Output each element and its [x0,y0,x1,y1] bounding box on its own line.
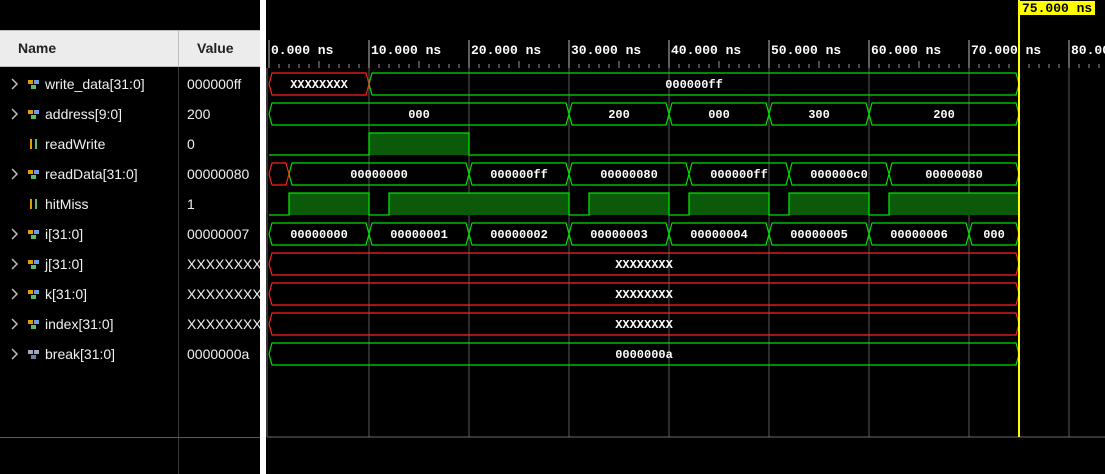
signal-name[interactable]: j[31:0] [45,249,83,279]
ruler-tick-label: 10.000 ns [371,43,441,58]
ruler-tick-label: 70.000 ns [971,43,1041,58]
ruler-tick-label: 30.000 ns [571,43,641,58]
signal-value: 00000080 [187,166,250,182]
bus-value-label: 00000000 [350,168,408,182]
bus-value-label: 000000c0 [810,168,868,182]
bus-value-label: 00000000 [290,228,348,242]
list-bottom-divider [0,437,260,438]
signal-row[interactable]: index[31:0] XXXXXXXX [0,309,260,339]
bus-value-label: 00000002 [490,228,548,242]
signal-value: XXXXXXXX [187,286,260,302]
bus-signal-icon [28,110,39,119]
signal-value: 200 [187,106,211,122]
bus-value-label: 000000ff [490,168,548,182]
bus-signal-icon [28,320,39,329]
bus-value-label: XXXXXXXX [615,318,673,332]
bus-signal-icon [28,170,39,179]
bit-high-fill [369,133,469,155]
ruler-tick-label: 20.000 ns [471,43,541,58]
bus-signal-icon [28,80,39,89]
bus-value-label: XXXXXXXX [615,258,673,272]
signal-value: 0 [187,136,195,152]
bus-value-label: 000000ff [710,168,768,182]
name-column-header[interactable]: Name [18,31,56,66]
bus-value-label: 000 [708,108,730,122]
cursor-time-label: 75.000 ns [1022,1,1092,16]
signal-name[interactable]: index[31:0] [45,309,114,339]
bus-signal-icon [28,230,39,239]
bus-signal-icon [28,290,39,299]
signal-row[interactable]: i[31:0] 00000007 [0,219,260,249]
ruler-tick-label: 60.000 ns [871,43,941,58]
signal-row[interactable]: k[31:0] XXXXXXXX [0,279,260,309]
signal-name[interactable]: hitMiss [45,189,89,219]
expand-chevron-icon[interactable] [10,108,20,120]
bit-signal-icon [30,139,37,149]
bus-value-label: 00000005 [790,228,848,242]
signal-value: 0000000a [187,346,250,362]
signal-value: XXXXXXXX [187,256,260,272]
expand-chevron-icon[interactable] [10,78,20,90]
bus-value-label: 000000ff [665,78,723,92]
bit-signal-icon [30,199,37,209]
signal-row[interactable]: address[9:0] 200 [0,99,260,129]
bus-value-label: 000 [408,108,430,122]
signal-value: 000000ff [187,76,242,92]
bit-high-fill [389,193,569,215]
signal-value: 1 [187,196,195,212]
signal-name[interactable]: i[31:0] [45,219,83,249]
bus-value-label: 00000006 [890,228,948,242]
parameter-icon [28,350,39,359]
signal-name[interactable]: readWrite [45,129,105,159]
waveform-canvas[interactable]: 0.000 ns 10.000 ns 20.000 ns 30.000 ns 40.00… [266,0,1105,474]
bus-value-label: 200 [608,108,630,122]
column-divider[interactable] [178,31,179,66]
bus-value-label: 00000080 [925,168,983,182]
signal-row[interactable]: readWrite 0 [0,129,260,159]
signal-row[interactable]: hitMiss 1 [0,189,260,219]
ruler-tick-label: 50.000 ns [771,43,841,58]
signal-row[interactable]: write_data[31:0] 000000ff [0,69,260,99]
ruler-tick-label: 80.000 ns [1071,43,1105,58]
expand-chevron-icon[interactable] [10,258,20,270]
bit-high-fill [689,193,769,215]
signal-row[interactable]: break[31:0] 0000000a [0,339,260,369]
bit-high-fill [289,193,369,215]
bus-value-label: 00000080 [600,168,658,182]
expand-chevron-icon[interactable] [10,348,20,360]
bit-high-fill [589,193,669,215]
bus-value-label: 00000001 [390,228,448,242]
signal-value: XXXXXXXX [187,316,260,332]
bus-value-label: XXXXXXXX [615,288,673,302]
ruler-tick-label: 0.000 ns [271,43,334,58]
signal-name[interactable]: readData[31:0] [45,159,138,189]
bus-value-label: XXXXXXXX [290,78,348,92]
signal-list-panel: Name Value write_data[31:0] 000000ff addre… [0,0,260,474]
bus-signal-icon [28,260,39,269]
bus-value-label: 000 [983,228,1005,242]
signal-name[interactable]: break[31:0] [45,339,115,369]
signal-name[interactable]: k[31:0] [45,279,87,309]
bit-high-fill [889,193,1019,215]
bit-high-fill [789,193,869,215]
expand-chevron-icon[interactable] [10,228,20,240]
bus-value-label: 200 [933,108,955,122]
bus-value-label: 00000004 [690,228,748,242]
bus-value-label: 300 [808,108,830,122]
column-header: Name Value [0,30,260,67]
value-column-header[interactable]: Value [197,31,234,66]
expand-chevron-icon[interactable] [10,168,20,180]
signal-name[interactable]: address[9:0] [45,99,122,129]
expand-chevron-icon[interactable] [10,288,20,300]
expand-chevron-icon[interactable] [10,318,20,330]
signal-row[interactable]: readData[31:0] 00000080 [0,159,260,189]
bus-value-label: 00000003 [590,228,648,242]
bus-value-label: 0000000a [615,348,673,362]
signal-name[interactable]: write_data[31:0] [45,69,145,99]
ruler-tick-label: 40.000 ns [671,43,741,58]
signal-row[interactable]: j[31:0] XXXXXXXX [0,249,260,279]
signal-value: 00000007 [187,226,250,242]
